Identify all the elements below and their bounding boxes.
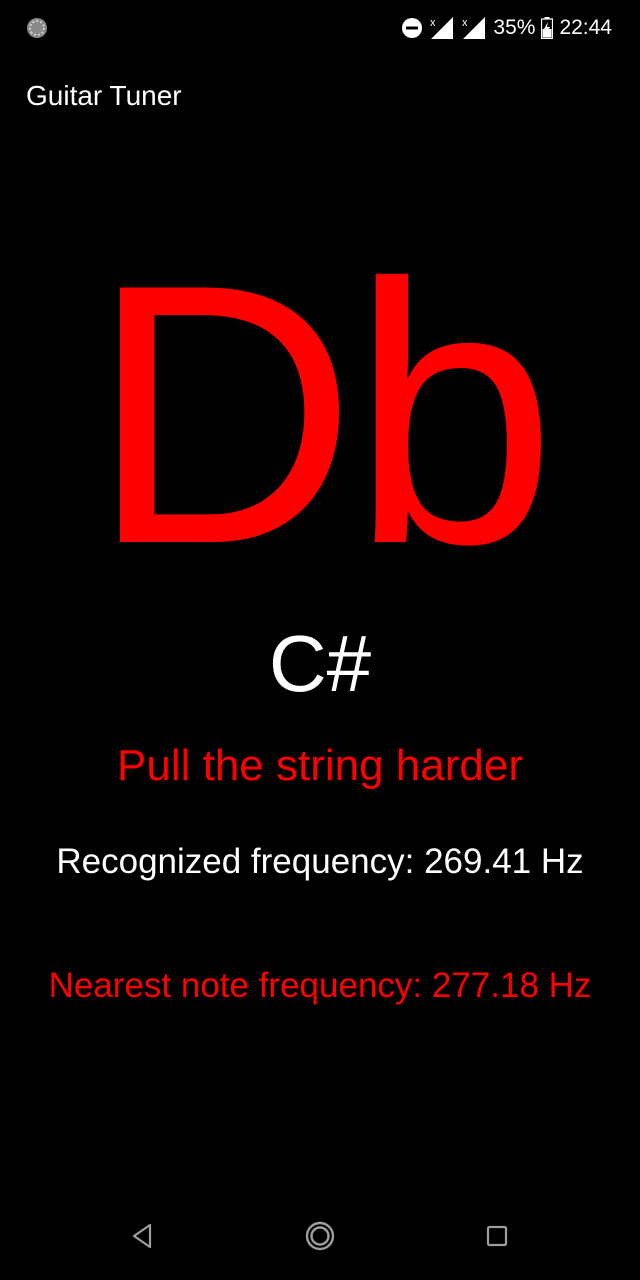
clock: 22:44	[559, 16, 612, 39]
signal-no-data-icon: x	[429, 15, 455, 41]
do-not-disturb-icon	[401, 17, 423, 39]
battery-percent: 35%	[493, 16, 536, 39]
app-title: Guitar Tuner	[26, 80, 182, 111]
tuner-screen: x x 35% 22:44 Guitar Tuner Db C# Pull th…	[0, 0, 640, 1280]
recents-icon	[485, 1224, 509, 1253]
tuning-hint: Pull the string harder	[117, 741, 523, 790]
back-icon	[130, 1223, 154, 1254]
system-nav-bar	[0, 1196, 640, 1280]
home-icon	[304, 1220, 336, 1257]
status-bar: x x 35% 22:44	[0, 0, 640, 56]
alternate-note-name: C#	[268, 619, 372, 708]
back-button[interactable]	[118, 1214, 166, 1262]
detected-note: Db	[89, 208, 557, 621]
recognized-frequency: Recognized frequency: 269.41 Hz	[56, 842, 584, 881]
notification-dot-icon	[26, 17, 48, 39]
recents-button[interactable]	[473, 1214, 521, 1262]
svg-text:x: x	[430, 17, 436, 29]
nearest-note-frequency: Nearest note frequency: 277.18 Hz	[48, 966, 592, 1005]
battery-charging-icon	[541, 17, 554, 39]
home-button[interactable]	[296, 1214, 344, 1262]
svg-text:x: x	[462, 17, 468, 29]
signal-no-data-icon: x	[461, 15, 487, 41]
status-icons: x x 35% 22:44	[401, 12, 612, 44]
